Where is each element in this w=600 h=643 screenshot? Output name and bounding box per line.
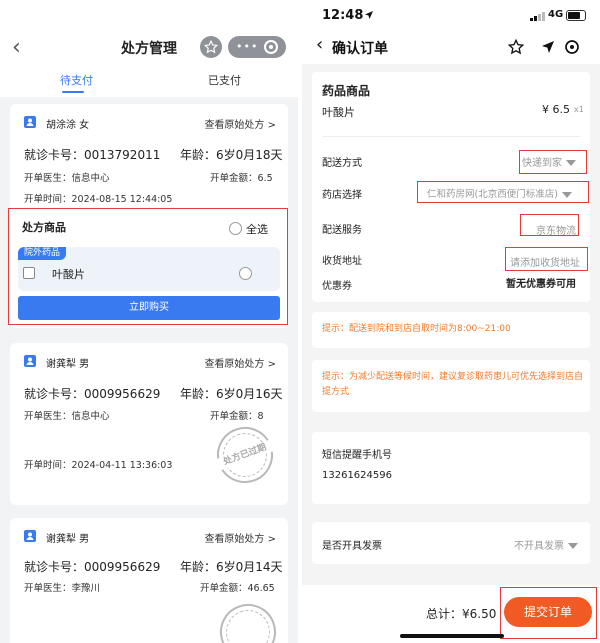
sms-label: 短信提醒手机号 — [322, 450, 392, 461]
location-icon[interactable] — [540, 39, 556, 55]
network-type: 4G — [548, 9, 564, 20]
nav-bar: ‹ 确认订单 — [302, 32, 600, 64]
drug-name: 叶酸片 — [322, 106, 355, 119]
delivery-label: 配送方式 — [322, 158, 362, 169]
divider — [322, 136, 580, 137]
highlight-box — [417, 181, 589, 203]
service-label: 配送服务 — [322, 225, 362, 236]
patient-age: 年龄：6岁0月16天 — [180, 387, 283, 401]
highlight-box — [505, 247, 588, 271]
prescription-time: 开单时间：2024-08-15 12:44:05 — [24, 194, 173, 205]
prescription-management-screen: ‹ 处方管理 ••• 待支付 已支付 胡涂涂 女 查看原始处方 > 就诊卡号：0… — [0, 0, 298, 643]
expired-stamp — [212, 596, 284, 643]
coupon-label: 优惠券 — [322, 281, 352, 292]
star-icon[interactable] — [508, 39, 524, 55]
user-icon — [24, 530, 36, 542]
goods-header: 药品商品 — [322, 84, 371, 98]
status-bar: 12:48 4G — [302, 0, 600, 32]
prescription-time: 开单时间：2024-04-11 13:36:03 — [24, 460, 173, 471]
card-number: 就诊卡号：0013792011 — [24, 148, 161, 162]
page-title: 确认订单 — [332, 41, 388, 57]
location-arrow-icon — [365, 11, 373, 19]
card-number: 就诊卡号：0009956629 — [24, 387, 161, 401]
patient-age: 年龄：6岁0月14天 — [180, 560, 283, 574]
highlight-box — [500, 587, 597, 639]
pickup-time-tip: 提示：配送到院和到店自取时间为8:00~21:00 — [322, 324, 511, 334]
invoice-label: 是否开具发票 — [322, 541, 382, 552]
prescription-card: 谢龚犁 男 查看原始处方 > 就诊卡号：0009956629 年龄：6岁0月16… — [10, 343, 288, 505]
invoice-value: 不开具发票 — [514, 541, 564, 552]
doctor: 开单医生：信息中心 — [24, 411, 110, 422]
close-target-icon[interactable] — [264, 40, 278, 54]
drug-quantity: x1 — [574, 105, 584, 114]
doctor: 开单医生：信息中心 — [24, 173, 110, 184]
patient-age: 年龄：6岁0月18天 — [180, 148, 283, 162]
more-icon[interactable]: ••• — [236, 41, 258, 53]
prescription-card: 谢龚犁 男 查看原始处方 > 就诊卡号：0009956629 年龄：6岁0月14… — [10, 518, 288, 643]
patient-name: 胡涂涂 女 — [46, 120, 90, 131]
star-icon — [204, 40, 218, 54]
mini-program-capsule: ••• — [228, 36, 286, 58]
user-icon — [24, 355, 36, 367]
amount: 开单金额：46.65 — [200, 583, 275, 594]
coupon-value: 暂无优惠券可用 — [506, 279, 576, 290]
view-original-prescription-link[interactable]: 查看原始处方 > — [204, 355, 276, 370]
address-label: 收货地址 — [322, 256, 362, 267]
highlight-box — [520, 214, 579, 236]
battery-icon — [566, 10, 586, 21]
highlight-box — [519, 150, 587, 174]
order-total: 总计：¥6.50 — [426, 607, 497, 621]
invoice-panel: 是否开具发票 不开具发票 — [312, 522, 590, 564]
pickup-advice-tip: 提示：为减少配送等候时间，建议复诊取药患儿可优先选择到店自提方式 — [322, 372, 584, 397]
confirm-order-screen: 12:48 4G ‹ 确认订单 药品商品 叶酸片 ¥ 6.5 x1 配送方式 快… — [302, 0, 600, 643]
sms-phone-input[interactable]: 13261624596 — [322, 470, 392, 481]
favorite-button[interactable] — [200, 36, 222, 58]
drug-price: ¥ 6.5 — [542, 103, 570, 116]
left-header: ‹ 处方管理 ••• 待支付 已支付 — [0, 0, 298, 97]
invoice-select[interactable]: 不开具发票 — [514, 537, 578, 552]
tab-pending-payment[interactable]: 待支付 — [60, 72, 93, 88]
card-number: 就诊卡号：0009956629 — [24, 560, 161, 574]
active-tab-indicator — [62, 91, 84, 93]
highlight-box — [8, 208, 288, 325]
view-original-prescription-link[interactable]: 查看原始处方 > — [204, 530, 276, 545]
patient-name: 谢龚犁 男 — [46, 359, 90, 370]
amount: 开单金额：8 — [210, 411, 264, 422]
home-indicator — [400, 634, 504, 638]
back-button[interactable]: ‹ — [316, 34, 323, 55]
user-icon — [24, 116, 36, 128]
expired-stamp: 处方已过期 — [209, 419, 281, 491]
view-original-prescription-link[interactable]: 查看原始处方 > — [204, 116, 276, 131]
signal-icon — [530, 12, 545, 21]
patient-name: 谢龚犁 男 — [46, 534, 90, 545]
status-time: 12:48 — [322, 8, 364, 23]
target-icon[interactable] — [564, 39, 580, 55]
doctor: 开单医生：李豫川 — [24, 583, 101, 594]
tip-panel: 提示：配送到院和到店自取时间为8:00~21:00 — [312, 312, 590, 348]
tip-panel: 提示：为减少配送等候时间，建议复诊取药患儿可优先选择到店自提方式 — [312, 360, 590, 412]
dropdown-triangle-icon — [568, 543, 578, 549]
amount: 开单金额：6.5 — [210, 173, 273, 184]
sms-panel: 短信提醒手机号 13261624596 — [312, 432, 590, 504]
pharmacy-label: 药店选择 — [322, 190, 362, 201]
tab-paid[interactable]: 已支付 — [208, 72, 241, 88]
